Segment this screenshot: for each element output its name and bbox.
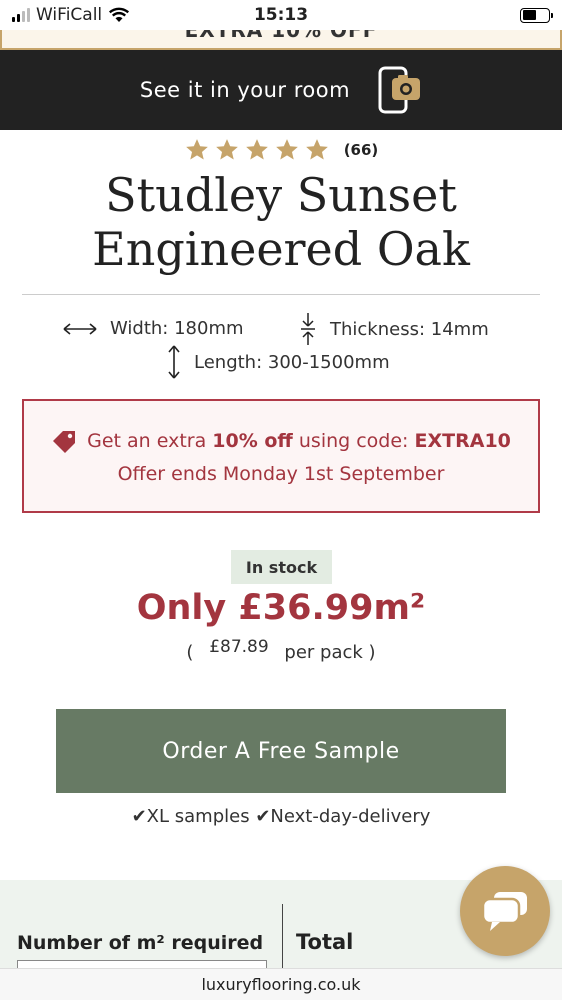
pack-price: ( £87.89 per pack ) [186,637,376,663]
check-icon: ✔ [131,806,147,827]
order-free-sample-button[interactable]: Order A Free Sample [56,709,506,793]
promo-banner[interactable]: EXTRA 10% OFF [0,30,562,50]
star-icon [185,139,208,160]
address-bar[interactable]: luxuryflooring.co.uk [0,968,562,1000]
spec-length: Length: 300-1500mm [166,344,390,380]
spec-width-label: Width: 180mm [110,318,244,339]
offer-prefix: Get an extra [87,430,207,452]
product-title-line1: Studley Sunset [105,168,457,222]
star-icon [245,139,268,160]
offer-code: EXTRA10 [414,430,511,452]
promo-text: EXTRA 10% OFF [184,30,378,42]
calc-divider [282,904,283,970]
product-title-line2: Engineered Oak [92,222,470,276]
perk-xl-samples: XL samples [146,806,250,827]
see-in-room-label: See it in your room [139,78,351,102]
offer-amount: 10% off [212,430,293,452]
perk-next-day-delivery: Next-day-delivery [270,806,431,827]
total-label: Total [296,930,354,954]
sample-perks: ✔XL samples ✔Next-day-delivery [0,806,562,827]
pack-price-suffix: per pack [284,642,363,663]
chat-button[interactable] [460,866,550,956]
price-per-m2: Only £36.99m² [136,588,426,628]
stock-badge: In stock [231,550,332,584]
chat-icon [481,892,527,931]
review-count[interactable]: (66) [344,141,379,159]
status-bar: WiFiCall 15:13 [0,0,562,30]
pack-price-value: £87.89 [209,637,269,657]
star-icon [215,139,238,160]
star-icon [275,139,298,160]
length-arrows-icon [168,345,180,379]
offer-middle: using code: [298,430,409,452]
rating[interactable]: (66) [0,137,562,163]
price-tag-icon [53,431,76,453]
m2-required-label: Number of m² required [17,932,264,954]
check-icon: ✔ [255,806,271,827]
offer-line: Get an extra 10% off using code: EXTRA10 [24,429,538,453]
divider [22,294,540,295]
spec-length-label: Length: 300-1500mm [194,351,390,373]
spec-thickness-label: Thickness: 14mm [330,318,489,340]
discount-offer-box: Get an extra 10% off using code: EXTRA10… [22,399,540,513]
thickness-arrows-icon [301,313,315,345]
star-icon [305,139,328,160]
product-title: Studley Sunset Engineered Oak [0,168,562,276]
battery-icon [520,7,553,23]
spec-thickness: Thickness: 14mm [298,312,489,346]
spec-width: Width: 180mm [62,318,244,339]
clock: 15:13 [253,5,309,25]
see-in-room-button[interactable]: See it in your room [0,50,562,130]
width-arrows-icon [63,322,97,335]
offer-end-date: Offer ends Monday 1st September [117,463,445,485]
camera-phone-icon [378,66,421,114]
